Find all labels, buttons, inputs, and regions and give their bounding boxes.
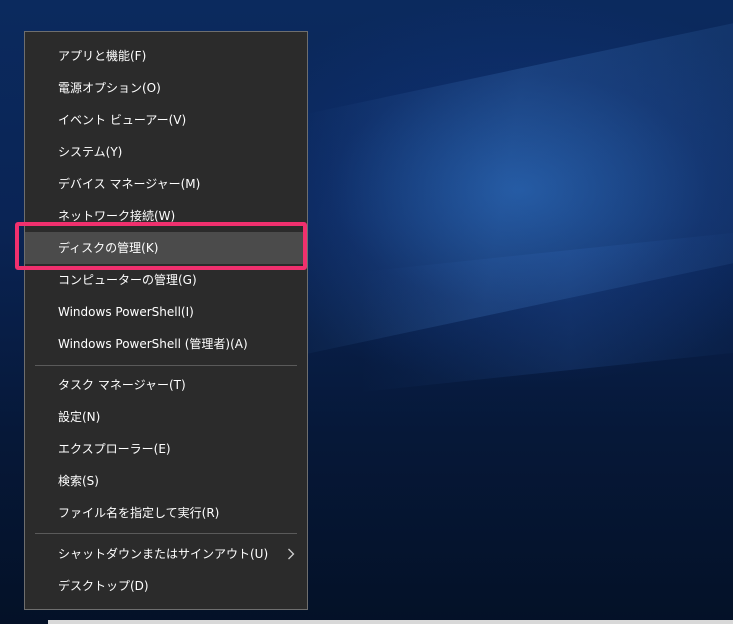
menu-item-power-options[interactable]: 電源オプション(O) xyxy=(25,72,307,104)
menu-separator xyxy=(35,365,297,366)
menu-item-windows-powershell-admin[interactable]: Windows PowerShell (管理者)(A) xyxy=(25,328,307,360)
menu-item-device-manager[interactable]: デバイス マネージャー(M) xyxy=(25,168,307,200)
menu-item-apps-and-features[interactable]: アプリと機能(F) xyxy=(25,40,307,72)
menu-item-label: デスクトップ(D) xyxy=(58,579,149,593)
menu-item-windows-powershell[interactable]: Windows PowerShell(I) xyxy=(25,296,307,328)
menu-item-label: シャットダウンまたはサインアウト(U) xyxy=(58,547,269,561)
menu-item-system[interactable]: システム(Y) xyxy=(25,136,307,168)
menu-item-label: Windows PowerShell(I) xyxy=(58,305,194,319)
menu-item-task-manager[interactable]: タスク マネージャー(T) xyxy=(25,369,307,401)
menu-item-run[interactable]: ファイル名を指定して実行(R) xyxy=(25,497,307,529)
taskbar-edge xyxy=(48,620,733,624)
menu-item-label: タスク マネージャー(T) xyxy=(58,378,186,392)
menu-item-event-viewer[interactable]: イベント ビューアー(V) xyxy=(25,104,307,136)
menu-item-label: ファイル名を指定して実行(R) xyxy=(58,506,220,520)
menu-item-label: イベント ビューアー(V) xyxy=(58,113,187,127)
menu-item-settings[interactable]: 設定(N) xyxy=(25,401,307,433)
menu-item-label: 検索(S) xyxy=(58,474,99,488)
menu-item-label: アプリと機能(F) xyxy=(58,49,147,63)
menu-item-label: 電源オプション(O) xyxy=(58,81,161,95)
menu-item-label: Windows PowerShell (管理者)(A) xyxy=(58,337,248,351)
menu-item-search[interactable]: 検索(S) xyxy=(25,465,307,497)
menu-item-explorer[interactable]: エクスプローラー(E) xyxy=(25,433,307,465)
menu-item-label: デバイス マネージャー(M) xyxy=(58,177,201,191)
chevron-right-icon xyxy=(285,538,297,570)
winx-quick-link-menu: アプリと機能(F) 電源オプション(O) イベント ビューアー(V) システム(… xyxy=(24,31,308,610)
menu-item-shutdown-or-sign-out[interactable]: シャットダウンまたはサインアウト(U) xyxy=(25,538,307,570)
menu-item-label: 設定(N) xyxy=(58,410,101,424)
menu-item-desktop[interactable]: デスクトップ(D) xyxy=(25,570,307,602)
menu-item-label: システム(Y) xyxy=(58,145,123,159)
annotation-highlight-box xyxy=(15,222,307,270)
menu-separator xyxy=(35,533,297,534)
menu-item-label: エクスプローラー(E) xyxy=(58,442,171,456)
